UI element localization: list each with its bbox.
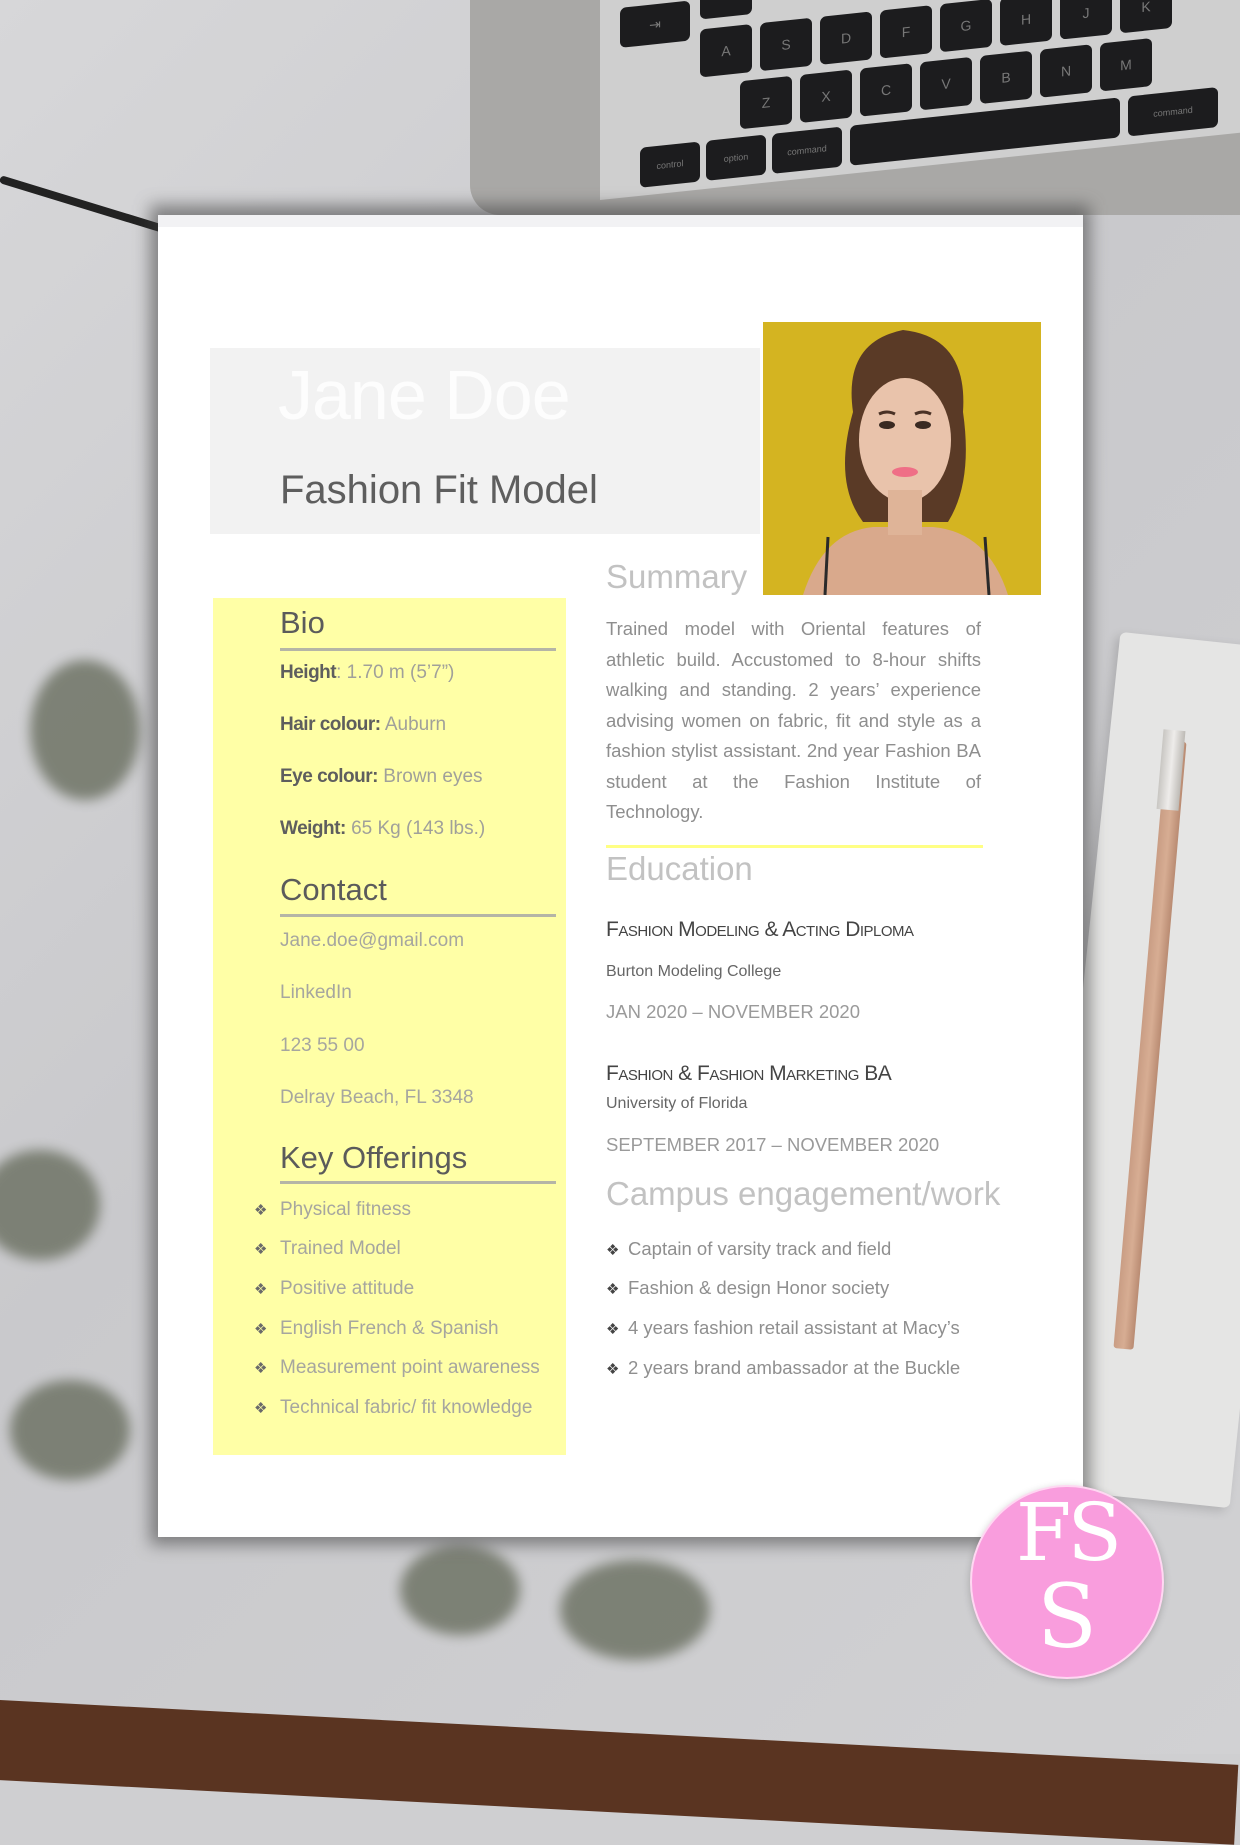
bio-heading: Bio — [280, 605, 325, 640]
logo-text-s: S — [1036, 1565, 1098, 1668]
campus-item: ❖ Captain of varsity track and field — [606, 1238, 891, 1260]
key-d: D — [820, 11, 872, 65]
education-dates: JAN 2020 – NOVEMBER 2020 — [606, 1001, 860, 1022]
campus-text: 4 years fashion retail assistant at Macy… — [628, 1317, 960, 1338]
education-school: Burton Modeling College — [606, 963, 782, 980]
key-v: V — [920, 56, 972, 111]
key-s: S — [760, 17, 812, 72]
diamond-bullet-icon: ❖ — [254, 1281, 268, 1298]
diamond-bullet-icon: ❖ — [254, 1321, 268, 1338]
page-top-strip — [158, 215, 1083, 227]
offering-text: Measurement point awareness — [280, 1357, 540, 1378]
campus-item: ❖ 2 years brand ambassador at the Buckle — [606, 1357, 960, 1379]
bio-label: Hair colour: — [280, 714, 381, 735]
offering-item: ❖ Measurement point awareness — [254, 1357, 540, 1379]
key-q: Q — [700, 0, 752, 20]
key-control: control — [640, 141, 700, 188]
offering-item: ❖ Physical fitness — [254, 1199, 411, 1221]
campus-text: Fashion & design Honor society — [628, 1277, 890, 1298]
key-command: command — [772, 126, 842, 174]
key-h: H — [1000, 0, 1052, 46]
key-option: option — [706, 134, 766, 181]
plant-leaf — [400, 1545, 520, 1635]
logo-text-fs: FS — [1015, 1486, 1122, 1579]
bio-label: Eye colour: — [280, 766, 378, 787]
diamond-bullet-icon: ❖ — [254, 1360, 268, 1377]
bio-height: Height: 1.70 m (5’7”) — [280, 662, 454, 684]
offering-item: ❖ English French & Spanish — [254, 1318, 499, 1340]
key-g: G — [940, 0, 992, 53]
key-j: J — [1060, 0, 1112, 40]
diamond-bullet-icon: ❖ — [254, 1400, 268, 1417]
bio-eyes: Eye colour: Brown eyes — [280, 766, 483, 788]
key-x: X — [800, 69, 852, 123]
plant-leaf — [10, 1380, 130, 1480]
summary-text: Trained model with Oriental features of … — [606, 618, 981, 822]
key-k: K — [1120, 0, 1172, 34]
contact-divider — [280, 914, 556, 917]
contact-phone: 123 55 00 — [280, 1035, 365, 1056]
key-n: N — [1040, 44, 1092, 98]
bio-value: Brown eyes — [383, 766, 483, 787]
campus-text: Captain of varsity track and field — [628, 1238, 892, 1259]
offering-text: Positive attitude — [280, 1278, 415, 1299]
resume-page: Jane Doe Fashion Fit Model Bio Height: 1… — [158, 215, 1083, 1537]
bio-label: Height — [280, 662, 337, 683]
key-c: C — [860, 63, 912, 117]
offerings-divider — [280, 1181, 556, 1184]
summary-divider — [606, 845, 983, 848]
bio-value: 1.70 m (5’7”) — [346, 662, 455, 683]
profile-photo — [763, 322, 1041, 595]
candidate-name: Jane Doe — [278, 356, 571, 434]
offering-item: ❖ Technical fabric/ fit knowledge — [254, 1397, 532, 1419]
diamond-bullet-icon: ❖ — [606, 1281, 620, 1298]
plant-leaf — [30, 660, 140, 800]
offering-text: Technical fabric/ fit knowledge — [280, 1397, 533, 1418]
diamond-bullet-icon: ❖ — [606, 1242, 620, 1259]
offering-item: ❖ Trained Model — [254, 1238, 401, 1260]
campus-text: 2 years brand ambassador at the Buckle — [628, 1357, 961, 1378]
education-degree: Fashion & Fashion Marketing BA — [606, 1062, 892, 1085]
campus-item: ❖ Fashion & design Honor society — [606, 1277, 889, 1299]
bio-value: 65 Kg (143 lbs.) — [351, 818, 486, 839]
offering-text: English French & Spanish — [280, 1318, 499, 1339]
key-m: M — [1100, 37, 1152, 92]
bio-separator: : — [336, 662, 347, 683]
key-f: F — [880, 5, 932, 59]
bio-weight: Weight: 65 Kg (143 lbs.) — [280, 818, 485, 840]
bio-hair: Hair colour: Auburn — [280, 714, 446, 736]
fss-logo-badge: FS S — [970, 1485, 1164, 1679]
contact-heading: Contact — [280, 872, 387, 907]
campus-item: ❖ 4 years fashion retail assistant at Mac… — [606, 1317, 960, 1339]
offering-item: ❖ Positive attitude — [254, 1278, 414, 1300]
key-z: Z — [740, 75, 792, 130]
portrait-image — [763, 322, 1041, 595]
plant-leaf — [560, 1560, 710, 1660]
key-command-right: command — [1128, 87, 1218, 137]
bio-value: Auburn — [384, 714, 447, 735]
bio-divider — [280, 648, 556, 651]
key-b: B — [980, 50, 1032, 105]
education-heading: Education — [606, 850, 753, 887]
contact-linkedin[interactable]: LinkedIn — [280, 982, 352, 1004]
diamond-bullet-icon: ❖ — [606, 1321, 620, 1338]
contact-address: Delray Beach, FL 3348 — [280, 1087, 474, 1108]
key-a: A — [700, 24, 752, 78]
diamond-bullet-icon: ❖ — [606, 1361, 620, 1378]
summary-heading: Summary — [606, 558, 748, 595]
candidate-role: Fashion Fit Model — [280, 468, 598, 512]
education-degree: Fashion Modeling & Acting Diploma — [606, 918, 914, 941]
education-school: University of Florida — [606, 1095, 748, 1112]
key-tab: ⇥ — [620, 0, 690, 48]
offering-text: Physical fitness — [280, 1199, 411, 1220]
offerings-heading: Key Offerings — [280, 1140, 468, 1175]
bio-label: Weight: — [280, 818, 346, 839]
education-dates: SEPTEMBER 2017 – NOVEMBER 2020 — [606, 1134, 940, 1155]
contact-email[interactable]: Jane.doe@gmail.com — [280, 930, 464, 952]
diamond-bullet-icon: ❖ — [254, 1202, 268, 1219]
offering-text: Trained Model — [280, 1238, 401, 1259]
diamond-bullet-icon: ❖ — [254, 1241, 268, 1258]
campus-heading: Campus engagement/work — [606, 1175, 1001, 1212]
